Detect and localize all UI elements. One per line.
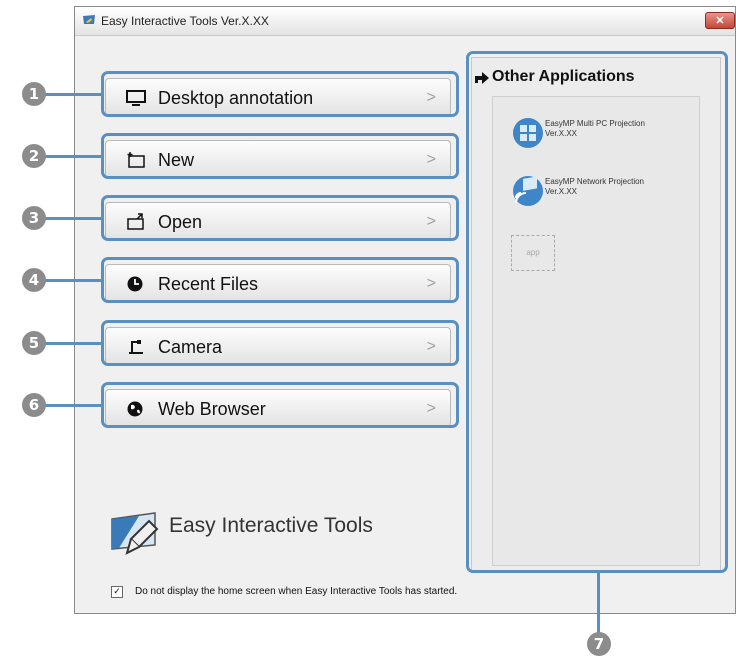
callout-frame-7 <box>466 51 728 573</box>
startup-checkbox-label: Do not display the home screen when Easy… <box>135 586 458 597</box>
callout-badge-4: 4 <box>22 268 46 292</box>
title-bar[interactable]: Easy Interactive Tools Ver.X.XX ✕ <box>75 7 735 36</box>
callout-frame-6 <box>101 382 459 428</box>
window-title: Easy Interactive Tools Ver.X.XX <box>101 14 269 28</box>
callout-badge-2: 2 <box>22 144 46 168</box>
easy-interactive-tools-logo: Easy Interactive Tools <box>109 505 399 561</box>
callout-connector <box>597 572 600 636</box>
callout-frame-3 <box>101 195 459 241</box>
callout-badge-3: 3 <box>22 206 46 230</box>
pen-board-icon <box>111 512 159 555</box>
callout-frame-4 <box>101 257 459 303</box>
callout-badge-7: 7 <box>587 632 611 656</box>
callout-frame-1 <box>101 71 459 117</box>
callout-badge-5: 5 <box>22 331 46 355</box>
startup-checkbox[interactable]: ✓ <box>111 586 123 598</box>
callout-badge-1: 1 <box>22 82 46 106</box>
close-button[interactable]: ✕ <box>705 12 735 29</box>
callout-badge-6: 6 <box>22 393 46 417</box>
logo-text: Easy Interactive Tools <box>169 514 373 537</box>
callout-frame-5 <box>101 320 459 366</box>
app-logo-icon <box>83 15 95 24</box>
callout-frame-2 <box>101 133 459 179</box>
